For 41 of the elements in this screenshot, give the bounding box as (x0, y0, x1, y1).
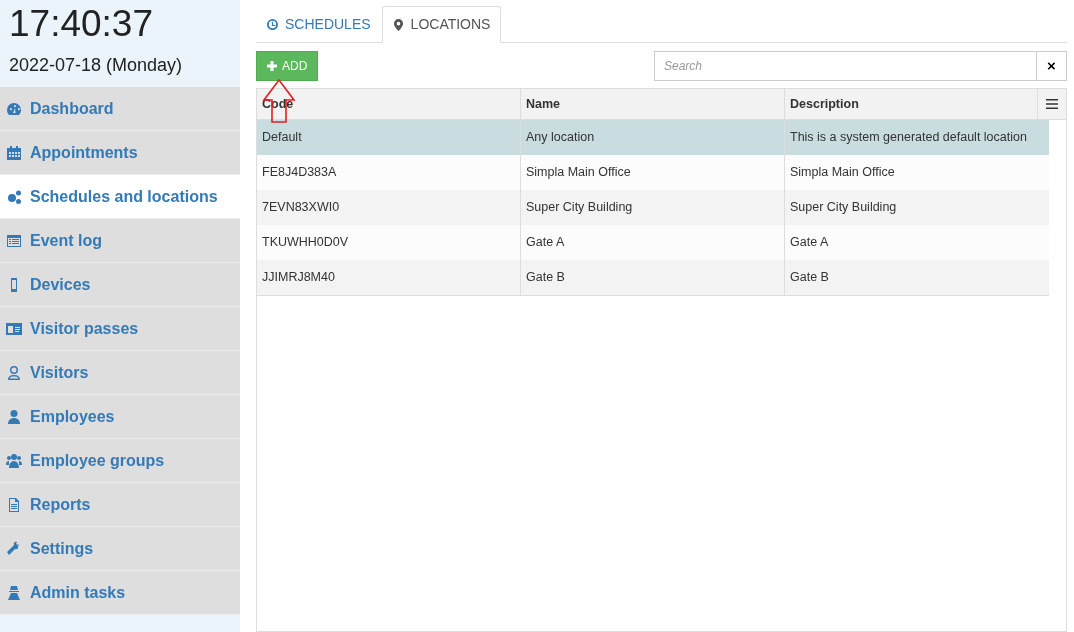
search-field[interactable]: Search × (654, 51, 1067, 81)
sidebar-item[interactable]: Admin tasks (0, 571, 240, 615)
pin-icon (392, 18, 404, 31)
tab[interactable]: SCHEDULES (256, 6, 382, 43)
dashboard-icon (6, 100, 22, 117)
card-icon (6, 320, 22, 337)
table-cell-text: Super City Building (789, 199, 898, 217)
list-icon (6, 232, 22, 249)
menu-icon (1046, 99, 1058, 109)
table-row[interactable]: JJIMRJ8M40 Gate B Gate B (257, 260, 1049, 295)
table-cell: JJIMRJ8M40 (257, 260, 521, 295)
tab[interactable]: LOCATIONS (381, 6, 502, 43)
sidebar-item[interactable]: Visitors (0, 351, 240, 395)
table-cell-text: Gate B (789, 269, 830, 287)
sidebar-item[interactable]: Settings (0, 527, 240, 571)
users-icon (6, 452, 22, 469)
user-icon (6, 408, 22, 425)
sidebar-item[interactable]: Employee groups (0, 439, 240, 483)
column-header[interactable]: Name (521, 89, 785, 119)
table-cell-text: This is a system generated default location (789, 129, 1028, 147)
sidebar-item[interactable]: Schedules and locations (0, 175, 240, 219)
sidebar-item[interactable]: Dashboard (0, 87, 240, 131)
table-row[interactable]: 7EVN83XWI0 Super City Building Super City Building (257, 190, 1049, 225)
sidebar-item[interactable]: Devices (0, 263, 240, 307)
table-cell-text: Simpla Main Office (789, 164, 896, 182)
table-cell-text: Gate A (789, 234, 830, 252)
table-cell: Gate B (521, 260, 785, 295)
clock-icon (267, 18, 278, 31)
sidebar-item[interactable]: Employees (0, 395, 240, 439)
sidebar-item[interactable]: Reports (0, 483, 240, 527)
clock-time: 17:40:37 (9, 2, 155, 46)
calendar-icon (6, 144, 22, 161)
sidebar-item[interactable]: Appointments (0, 131, 240, 175)
table-row[interactable]: Default Any location This is a system generated default location (257, 120, 1049, 155)
user-outline-icon (6, 364, 22, 381)
file-icon (6, 496, 22, 513)
clock-date: 2022-07-18 (Monday) (9, 54, 184, 77)
sidebar-item[interactable]: Visitor passes (0, 307, 240, 351)
sidebar-item[interactable]: Event log (0, 219, 240, 263)
add-button[interactable]: ADD (256, 51, 319, 81)
plus-icon (267, 61, 277, 71)
